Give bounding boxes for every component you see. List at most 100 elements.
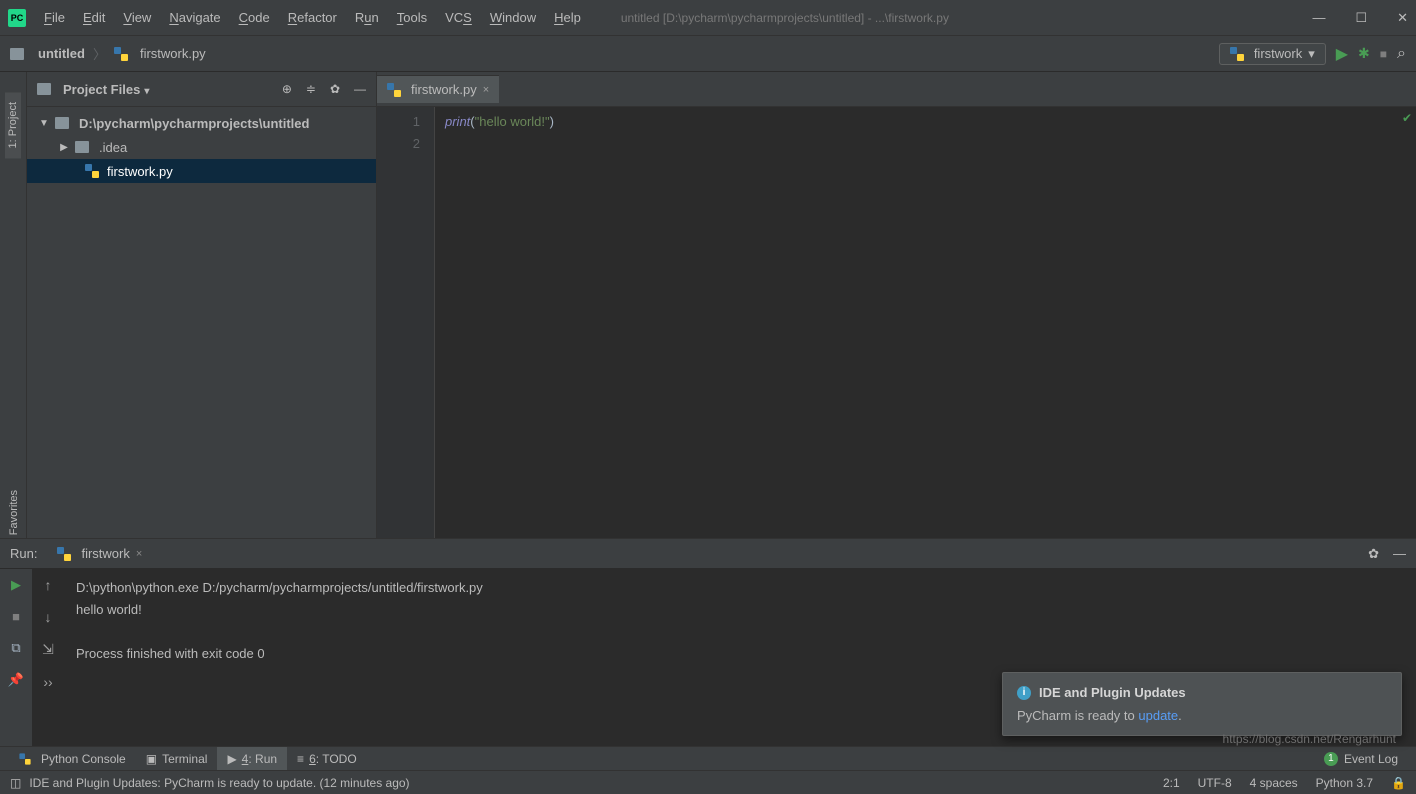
menu-window[interactable]: Window — [490, 10, 536, 25]
down-arrow-icon[interactable]: ↓ — [45, 609, 52, 625]
breadcrumb-file[interactable]: firstwork.py — [140, 46, 206, 61]
btab-run[interactable]: ▶ 4: Run — [217, 747, 287, 770]
run-nav-column: ↑ ↓ ⇲ ›› — [32, 569, 64, 746]
window-controls: — ☐ ✕ — [1312, 10, 1408, 26]
editor-area: firstwork.py × 1 2 print("hello world!")… — [377, 72, 1416, 538]
editor-tab[interactable]: firstwork.py × — [377, 75, 499, 103]
btab-label: Terminal — [162, 752, 207, 766]
menu-file[interactable]: File — [44, 10, 65, 25]
info-icon: i — [1017, 686, 1031, 700]
pin-icon[interactable]: 📌 — [8, 672, 24, 688]
btab-label: Python Console — [41, 752, 126, 766]
tree-root-node[interactable]: ▼ D:\pycharm\pycharmprojects\untitled — [27, 111, 376, 135]
toast-title-text: IDE and Plugin Updates — [1039, 685, 1186, 700]
tree-idea-label: .idea — [99, 140, 127, 155]
inspection-ok-icon[interactable]: ✔ — [1402, 111, 1412, 125]
folder-icon — [37, 83, 51, 95]
project-view-dropdown[interactable]: Project Files — [63, 82, 149, 97]
run-header-label: Run: — [10, 546, 37, 561]
console-line: Process finished with exit code 0 — [76, 643, 1404, 665]
menu-run[interactable]: Run — [355, 10, 379, 25]
window-title: untitled [D:\pycharm\pycharmprojects\unt… — [621, 11, 949, 25]
notification-toast[interactable]: i IDE and Plugin Updates PyCharm is read… — [1002, 672, 1402, 736]
run-tab[interactable]: firstwork × — [49, 544, 150, 563]
menu-navigate[interactable]: Navigate — [169, 10, 220, 25]
tree-root-label: D:\pycharm\pycharmprojects\untitled — [79, 116, 309, 131]
run-button-icon[interactable]: ▶ — [1336, 44, 1348, 64]
tree-idea-node[interactable]: ▶ .idea — [27, 135, 376, 159]
locate-icon[interactable]: ⊕ — [282, 82, 292, 96]
run-config-label: firstwork — [1254, 46, 1302, 61]
toast-suffix: . — [1178, 708, 1182, 723]
python-file-icon — [387, 83, 401, 97]
menu-refactor[interactable]: Refactor — [288, 10, 337, 25]
run-tab-close-icon[interactable]: × — [136, 548, 142, 560]
python-file-icon — [85, 164, 99, 178]
breadcrumb-root[interactable]: untitled — [38, 46, 85, 61]
folder-icon — [75, 141, 89, 153]
menu-code[interactable]: Code — [239, 10, 270, 25]
code-token-fn: print — [445, 114, 470, 129]
minimize-icon[interactable]: — — [1312, 10, 1325, 25]
status-message: IDE and Plugin Updates: PyCharm is ready… — [29, 776, 409, 790]
gear-icon[interactable]: ✿ — [1368, 546, 1379, 562]
line-number: 1 — [377, 111, 420, 133]
layout-icon[interactable]: ⧉ — [11, 640, 20, 656]
file-encoding[interactable]: UTF-8 — [1198, 776, 1232, 790]
menu-view[interactable]: View — [123, 10, 151, 25]
more-icon[interactable]: ›› — [43, 674, 52, 690]
btab-event-log[interactable]: 1 Event Log — [1324, 752, 1408, 766]
up-arrow-icon[interactable]: ↑ — [45, 577, 52, 593]
rerun-icon[interactable]: ▶ — [11, 577, 21, 593]
menu-help[interactable]: Help — [554, 10, 581, 25]
chevron-down-icon[interactable]: ▼ — [37, 118, 51, 129]
btab-todo[interactable]: ≡ 6: TODO — [287, 747, 367, 770]
tree-file-node[interactable]: firstwork.py — [27, 159, 376, 183]
list-icon: ≡ — [297, 752, 304, 766]
debug-button-icon[interactable]: ✱ — [1358, 45, 1370, 62]
stop-button-icon[interactable]: ■ — [1380, 47, 1387, 61]
terminal-icon: ▣ — [146, 752, 157, 766]
editor-body[interactable]: 1 2 print("hello world!") ✔ — [377, 107, 1416, 538]
editor-tab-label: firstwork.py — [411, 82, 477, 97]
close-icon[interactable]: ✕ — [1397, 10, 1408, 26]
window-icon[interactable]: ◫ — [10, 776, 21, 790]
editor-tab-bar: firstwork.py × — [377, 72, 1416, 107]
navigation-bar: untitled 〉 firstwork.py firstwork ▾ ▶ ✱ … — [0, 36, 1416, 72]
python-icon — [19, 753, 30, 764]
python-icon — [57, 547, 71, 561]
export-icon[interactable]: ⇲ — [42, 641, 54, 658]
breadcrumb: untitled 〉 firstwork.py — [10, 44, 206, 63]
menu-vcs[interactable]: VCS — [445, 10, 472, 25]
run-config-selector[interactable]: firstwork ▾ — [1219, 43, 1326, 65]
project-tree: ▼ D:\pycharm\pycharmprojects\untitled ▶ … — [27, 107, 376, 538]
interpreter[interactable]: Python 3.7 — [1316, 776, 1373, 790]
toast-title: i IDE and Plugin Updates — [1017, 685, 1387, 700]
hide-panel-icon[interactable]: — — [354, 82, 366, 96]
toast-text: PyCharm is ready to — [1017, 708, 1138, 723]
search-icon[interactable]: ⌕ — [1397, 45, 1406, 63]
code-content[interactable]: print("hello world!") — [435, 107, 1416, 538]
chevron-right-icon[interactable]: ▶ — [57, 142, 71, 153]
app-logo-icon: PC — [8, 9, 26, 27]
collapse-icon[interactable]: ≑ — [306, 82, 316, 96]
btab-python-console[interactable]: Python Console — [8, 747, 136, 770]
maximize-icon[interactable]: ☐ — [1355, 10, 1367, 26]
gear-icon[interactable]: ✿ — [330, 82, 340, 96]
tab-close-icon[interactable]: × — [483, 84, 489, 96]
stop-icon[interactable]: ■ — [12, 609, 20, 624]
cursor-position[interactable]: 2:1 — [1163, 776, 1180, 790]
line-number: 2 — [377, 133, 420, 155]
code-token-string: "hello world!" — [475, 114, 550, 129]
hide-panel-icon[interactable]: — — [1393, 546, 1406, 562]
status-bar: ◫ IDE and Plugin Updates: PyCharm is rea… — [0, 770, 1416, 794]
menu-tools[interactable]: Tools — [397, 10, 427, 25]
indent-setting[interactable]: 4 spaces — [1250, 776, 1298, 790]
menu-edit[interactable]: Edit — [83, 10, 105, 25]
btab-terminal[interactable]: ▣ Terminal — [136, 747, 218, 770]
toast-update-link[interactable]: update — [1138, 708, 1178, 723]
btab-label: 6: TODO — [309, 752, 357, 766]
sidebar-tab-project[interactable]: 1: Project — [5, 92, 21, 158]
lock-icon[interactable]: 🔒 — [1391, 776, 1406, 790]
line-gutter: 1 2 — [377, 107, 435, 538]
